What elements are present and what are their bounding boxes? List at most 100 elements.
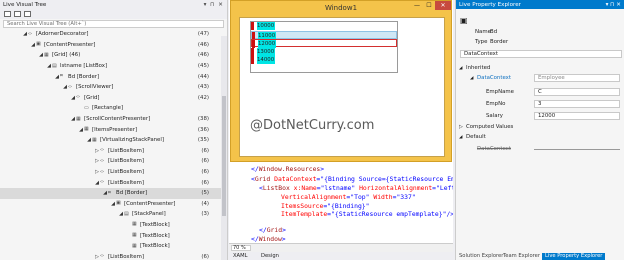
display-adorners-icon[interactable] [14,11,21,17]
tree-row-count: (36) [197,126,209,133]
tree-row[interactable]: ◢ ‹› [ScrollViewer] (43) [0,82,227,93]
tree-row-label: [ListBoxItem] [108,169,144,176]
tree-row[interactable]: ◢ ▤ lstname [ListBox] (45) [0,61,227,72]
element-type-icon: ▦ [132,232,137,239]
collapse-icon[interactable]: ◢ [459,135,462,140]
code-token: ="Left" [432,184,453,192]
tree-row-count: (6) [201,169,209,176]
tree-row-count: (45) [197,63,209,70]
tree-row[interactable]: ▦ [TextBlock] [0,230,227,241]
salary-row: Salary 12000 [456,111,624,121]
empno-field[interactable]: 3 [534,100,620,108]
tree-row-count: (35) [197,137,209,144]
name-row: Name Bd [475,29,498,35]
minimize-button[interactable]: — [411,1,423,10]
element-type-icon: ‹› [100,168,104,175]
select-element-icon[interactable] [4,11,11,17]
tree-row[interactable]: ◢ ‹› [ListBoxItem] (6) [0,177,227,188]
tree-row-label: [ListBoxItem] [108,158,144,165]
element-type-icon: ‹› [100,147,104,154]
list-item[interactable]: 10000 [251,22,397,30]
lvt-header: Live Visual Tree ▾ ⊓ ✕ [0,0,227,9]
element-type-icon: ▦ [132,242,137,249]
list-item-hovered[interactable]: 11000 [251,30,397,40]
element-type-icon: ⌗ [108,189,111,196]
tab-xaml[interactable]: XAML [233,253,247,259]
default-row[interactable]: ◢ Default [456,132,624,142]
list-item[interactable]: 14000 [251,56,397,65]
collapse-icon[interactable]: ◢ [459,66,462,71]
tree-row-label: [ContentPresenter] [44,41,96,48]
lpe-window-icons[interactable]: ▾ ⊓ ✕ [606,2,621,8]
element-type-icon: ▦ [84,126,89,133]
expand-icon[interactable]: ▷ [459,124,463,130]
list-item-selected[interactable]: 12000 [251,39,397,49]
computed-values-row[interactable]: ▷ Computed Values [456,122,624,132]
tree-row-label: [ScrollContentPresenter] [84,116,151,123]
tree-row[interactable]: ◢ ▤ [StackPanel] (3) [0,209,227,220]
tree-row-count: (38) [197,116,209,123]
tab-solution-explorer[interactable]: Solution Explorer [456,253,506,260]
close-button[interactable]: ✕ [435,1,451,10]
empname-field[interactable]: C [534,88,620,96]
tab-team-explorer[interactable]: Team Explorer [500,253,543,260]
collapse-icon[interactable]: ◢ [470,76,473,81]
salary-field[interactable]: 12000 [534,112,620,120]
tree-row[interactable]: ▷ ‹› [ListBoxItem] (6) [0,167,227,178]
tree-row[interactable]: ▷ ‹› [ListBoxItem] (6) [0,156,227,167]
tree-row-count: (6) [201,147,209,154]
window1-client: 10000 11000 12000 13000 14000 [239,17,445,157]
tree-row[interactable]: ◢ ▦ [VirtualizingStackPanel] (35) [0,135,227,146]
lvt-scroll-thumb[interactable] [222,96,226,216]
tree-row-count: (6) [201,179,209,186]
tree-row-label: [ListBoxItem] [108,147,144,154]
code-token: ="Top" [346,193,370,201]
element-type-icon: ▦ [92,136,97,143]
tree-row[interactable]: ▷ ‹› [ListBoxItem] (6) [0,146,227,157]
editor-tabs: XAML Design [229,252,453,260]
datacontext-row[interactable]: ◢ DataContext Employee [456,73,624,83]
code-line: <ListBox x:Name="lstname" HorizontalAlig… [259,184,453,192]
tree-row-label: [TextBlock] [140,221,170,228]
property-search-input[interactable]: DataContext [460,50,622,58]
lvt-search-input[interactable]: Search Live Visual Tree (Alt+`) [3,20,224,28]
tree-row-count: (43) [197,84,209,91]
lvt-scrollbar[interactable] [221,36,227,260]
listbox-lstname[interactable]: 10000 11000 12000 13000 14000 [250,21,398,73]
list-item[interactable]: 13000 [251,47,397,56]
tree-row[interactable]: ◢ ▦ [ScrollContentPresenter] (38) [0,114,227,125]
tree-row-label: [ListBoxItem] [108,253,144,260]
code-token: HorizontalAlignment [355,184,433,192]
tree-row[interactable]: ◢ ▦ [Grid] (46) (46) [0,50,227,61]
tab-design[interactable]: Design [261,253,279,259]
tree-row-label: [StackPanel] [132,211,166,218]
element-type-icon: ‹› [76,94,80,101]
maximize-button[interactable]: ☐ [423,1,435,10]
code-token: Grid [254,175,271,183]
tree-row[interactable]: ▦ [TextBlock] [0,241,227,252]
tree-row-count: (6) [201,158,209,165]
tree-row[interactable]: ◢ ‹› [Grid] (42) [0,93,227,104]
tree-row[interactable]: ◢ ⌗ Bd [Border] (5) [0,187,227,199]
tree-row[interactable]: ◢ ▦ [ItemsPresenter] (36) [0,124,227,135]
lvt-window-icons[interactable]: ▾ ⊓ ✕ [204,2,224,8]
zoom-select[interactable]: 70 % [231,245,251,251]
tree-row[interactable]: ▭ [Rectangle] [0,103,227,114]
code-token: </ [251,235,259,243]
element-type-icon: ‹› [100,179,104,186]
tree-row[interactable]: ◢ ▣ [ContentPresenter] (46) [0,40,227,51]
tree-row[interactable]: ▷ ‹› [ListBoxItem] (6) [0,251,227,260]
tree-row[interactable]: ◢ ‹› [AdornerDecorator] (47) [0,29,227,40]
inherited-row[interactable]: ◢ Inherited [456,63,624,73]
type-row: Type Border [475,39,509,45]
tree-row[interactable]: ▦ [TextBlock] [0,220,227,231]
element-type-icon: ▭ [84,104,89,111]
tab-live-property-explorer[interactable]: Live Property Explorer [542,253,606,260]
lpe-header: Live Property Explorer ▾ ⊓ ✕ [456,0,624,9]
code-token: ="{Binding}" [323,202,370,210]
lpe-title: Live Property Explorer [459,1,521,8]
track-focus-icon[interactable] [24,11,31,17]
tree-row[interactable]: ◢ ▣ [ContentPresenter] (4) [0,199,227,210]
code-token: Width [369,193,393,201]
tree-row[interactable]: ◢ ⌗ Bd [Border] (44) [0,71,227,82]
